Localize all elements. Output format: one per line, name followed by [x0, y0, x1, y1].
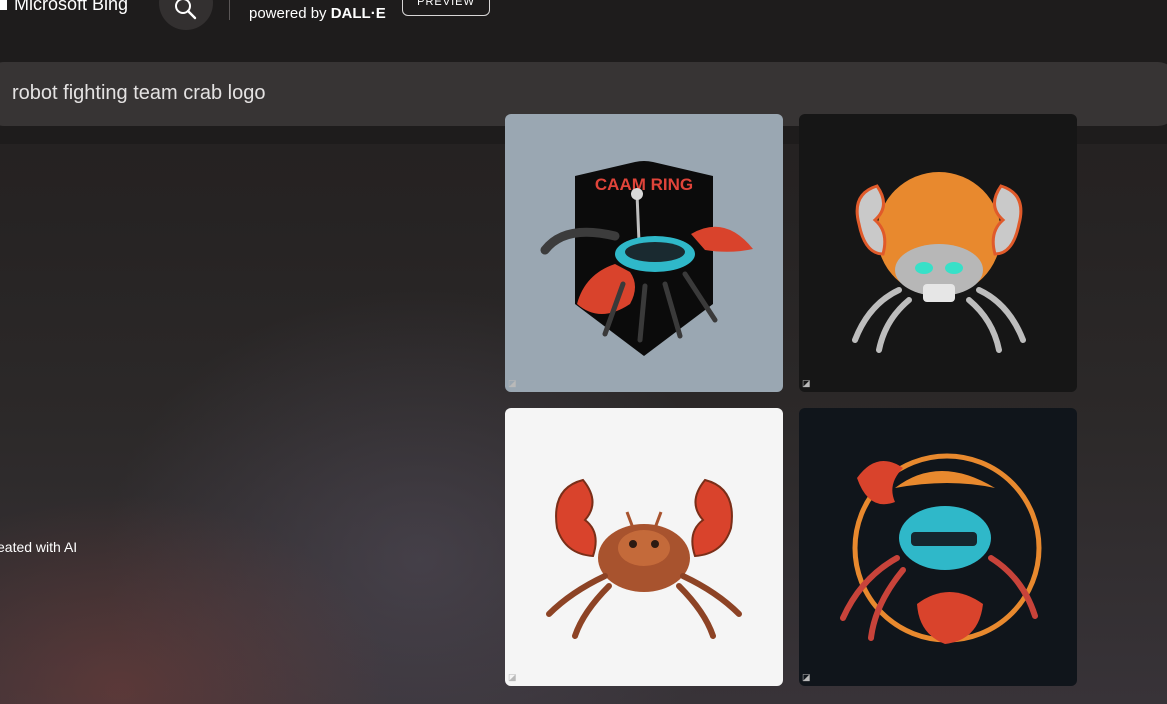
- search-button[interactable]: [159, 0, 213, 30]
- ai-mark-icon: ◪: [802, 378, 811, 388]
- generated-image-2[interactable]: ◪: [799, 114, 1077, 392]
- header-divider: [229, 0, 230, 20]
- bing-image-creator-page: Microsoft Bing powered by DALL·E PREVIEW…: [0, 0, 1167, 704]
- powered-brand: DALL·E: [330, 5, 386, 22]
- brand-name: Microsoft Bing: [14, 0, 129, 14]
- ai-mark-icon: ◪: [508, 672, 517, 682]
- crab-shield-logo-image: CAAM RING: [540, 161, 753, 356]
- microsoft-logo-icon: [0, 0, 7, 10]
- created-with-ai-caption: eated with AI: [0, 539, 78, 555]
- search-icon: [175, 0, 197, 20]
- generated-image-1[interactable]: CAAM RING ◪: [505, 114, 783, 392]
- red-crab-ring-image: [840, 453, 1042, 644]
- logo-text: CAAM RING: [595, 175, 693, 194]
- preview-badge[interactable]: PREVIEW: [402, 0, 490, 16]
- robot-crab-orange-image: [852, 172, 1026, 353]
- powered-by-label: powered by DALL·E: [249, 5, 386, 22]
- prompt-input-value[interactable]: robot fighting team crab logo: [12, 82, 266, 105]
- powered-prefix: powered by: [249, 5, 331, 22]
- ai-mark-icon: ◪: [508, 378, 517, 388]
- brand[interactable]: Microsoft Bing: [0, 0, 128, 15]
- copper-robot-crab-image: [546, 478, 742, 639]
- generated-image-3[interactable]: ◪: [505, 408, 783, 686]
- ai-mark-icon: ◪: [802, 672, 811, 682]
- generated-image-4[interactable]: ◪: [799, 408, 1077, 686]
- header-bar: Microsoft Bing powered by DALL·E PREVIEW: [0, 0, 1167, 60]
